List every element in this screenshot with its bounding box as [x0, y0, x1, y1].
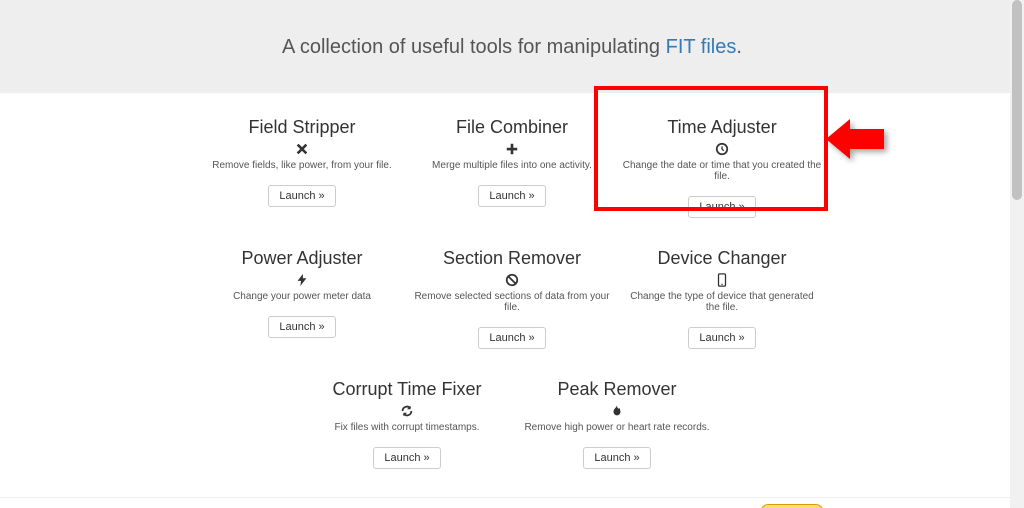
launch-button[interactable]: Launch »	[688, 327, 755, 349]
x-icon	[202, 140, 402, 158]
tool-corrupt-time-fixer: Corrupt Time Fixer Fix files with corrup…	[307, 379, 507, 469]
donate-button[interactable]: Donate	[760, 504, 824, 508]
bolt-icon	[202, 271, 402, 289]
tool-field-stripper: Field Stripper Remove fields, like power…	[202, 117, 402, 218]
fire-icon	[517, 402, 717, 420]
footer: © FIT File Tools 2021 Connect with STRAV…	[0, 497, 1024, 508]
scrollbar-thumb[interactable]	[1012, 0, 1022, 200]
tool-desc: Remove fields, like power, from your fil…	[202, 160, 402, 171]
tool-title: Section Remover	[412, 248, 612, 269]
vertical-scrollbar[interactable]	[1010, 0, 1024, 508]
tool-title: Power Adjuster	[202, 248, 402, 269]
launch-button[interactable]: Launch »	[478, 185, 545, 207]
tool-device-changer: Device Changer Change the type of device…	[622, 248, 822, 349]
launch-button[interactable]: Launch »	[268, 316, 335, 338]
ban-icon	[412, 271, 612, 289]
tool-file-combiner: File Combiner Merge multiple files into …	[412, 117, 612, 218]
tool-desc: Merge multiple files into one activity.	[412, 160, 612, 171]
launch-button[interactable]: Launch »	[373, 447, 440, 469]
launch-button[interactable]: Launch »	[268, 185, 335, 207]
tool-title: File Combiner	[412, 117, 612, 138]
page-subtitle: A collection of useful tools for manipul…	[0, 0, 1024, 93]
tool-desc: Fix files with corrupt timestamps.	[307, 422, 507, 433]
tool-title: Device Changer	[622, 248, 822, 269]
launch-button[interactable]: Launch »	[688, 196, 755, 218]
tool-desc: Change the date or time that you created…	[622, 160, 822, 182]
subtitle-prefix: A collection of useful tools for manipul…	[282, 36, 666, 58]
tool-title: Field Stripper	[202, 117, 402, 138]
launch-button[interactable]: Launch »	[583, 447, 650, 469]
tool-peak-remover: Peak Remover Remove high power or heart …	[517, 379, 717, 469]
tool-desc: Remove high power or heart rate records.	[517, 422, 717, 433]
tool-power-adjuster: Power Adjuster Change your power meter d…	[202, 248, 402, 349]
tool-desc: Change your power meter data	[202, 291, 402, 302]
clock-icon	[622, 140, 822, 158]
tool-desc: Change the type of device that generated…	[622, 291, 822, 313]
tool-time-adjuster: Time Adjuster Change the date or time th…	[622, 117, 822, 218]
launch-button[interactable]: Launch »	[478, 327, 545, 349]
tool-title: Corrupt Time Fixer	[307, 379, 507, 400]
tool-title: Time Adjuster	[622, 117, 822, 138]
donate-label: Donate	[760, 504, 824, 508]
tool-desc: Remove selected sections of data from yo…	[412, 291, 612, 313]
device-icon	[622, 271, 822, 289]
tools-grid: Field Stripper Remove fields, like power…	[0, 93, 1024, 469]
plus-icon	[412, 140, 612, 158]
subtitle-suffix: .	[736, 36, 742, 58]
fit-files-link[interactable]: FIT files	[666, 36, 737, 58]
refresh-icon	[307, 402, 507, 420]
tool-title: Peak Remover	[517, 379, 717, 400]
tool-section-remover: Section Remover Remove selected sections…	[412, 248, 612, 349]
